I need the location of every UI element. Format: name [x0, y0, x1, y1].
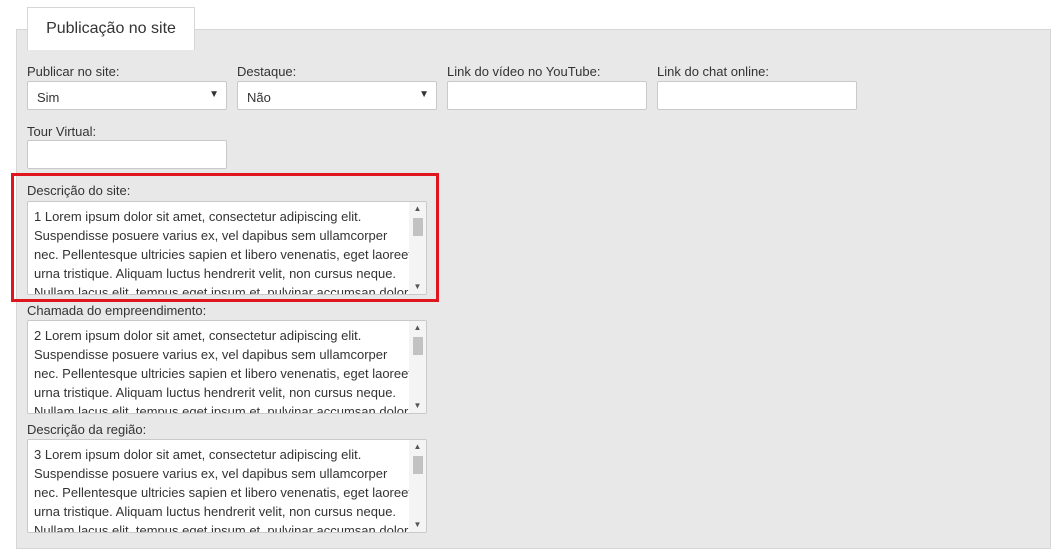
scroll-up-icon[interactable]: ▲ [409, 321, 426, 335]
descricao-regiao-textarea[interactable]: 3 Lorem ipsum dolor sit amet, consectetu… [27, 439, 427, 533]
chat-input[interactable] [657, 81, 857, 110]
publicar-label: Publicar no site: [27, 64, 120, 79]
descricao-regiao-text: 3 Lorem ipsum dolor sit amet, consectetu… [34, 447, 412, 533]
descricao-site-label: Descrição do site: [27, 183, 131, 198]
scroll-down-icon[interactable]: ▼ [409, 280, 426, 294]
tab-label: Publicação no site [46, 20, 176, 37]
chamada-textarea[interactable]: 2 Lorem ipsum dolor sit amet, consectetu… [27, 320, 427, 414]
descricao-site-textarea[interactable]: 1 Lorem ipsum dolor sit amet, consectetu… [27, 201, 427, 295]
publicar-select[interactable]: Sim ▼ [27, 81, 227, 110]
tab-publicacao-no-site[interactable]: Publicação no site [27, 7, 195, 50]
scroll-down-icon[interactable]: ▼ [409, 399, 426, 413]
youtube-input[interactable] [447, 81, 647, 110]
destaque-label: Destaque: [237, 64, 297, 79]
chevron-down-icon: ▼ [419, 89, 429, 100]
chat-label: Link do chat online: [657, 64, 770, 79]
chamada-label: Chamada do empreendimento: [27, 303, 207, 318]
chamada-text: 2 Lorem ipsum dolor sit amet, consectetu… [34, 328, 412, 414]
tour-label: Tour Virtual: [27, 124, 97, 139]
descricao-site-text: 1 Lorem ipsum dolor sit amet, consectetu… [34, 209, 412, 295]
destaque-select[interactable]: Não ▼ [237, 81, 437, 110]
publicar-value: Sim [37, 90, 60, 105]
scrollbar-thumb[interactable] [413, 337, 423, 355]
scroll-up-icon[interactable]: ▲ [409, 440, 426, 454]
scrollbar-thumb[interactable] [413, 456, 423, 474]
scrollbar[interactable]: ▲ ▼ [409, 202, 426, 294]
scrollbar-thumb[interactable] [413, 218, 423, 236]
tour-input[interactable] [27, 140, 227, 169]
youtube-label: Link do vídeo no YouTube: [447, 64, 601, 79]
scrollbar[interactable]: ▲ ▼ [409, 440, 426, 532]
scroll-up-icon[interactable]: ▲ [409, 202, 426, 216]
scrollbar[interactable]: ▲ ▼ [409, 321, 426, 413]
scroll-down-icon[interactable]: ▼ [409, 518, 426, 532]
descricao-regiao-label: Descrição da região: [27, 422, 147, 437]
destaque-value: Não [247, 90, 271, 105]
chevron-down-icon: ▼ [209, 89, 219, 100]
